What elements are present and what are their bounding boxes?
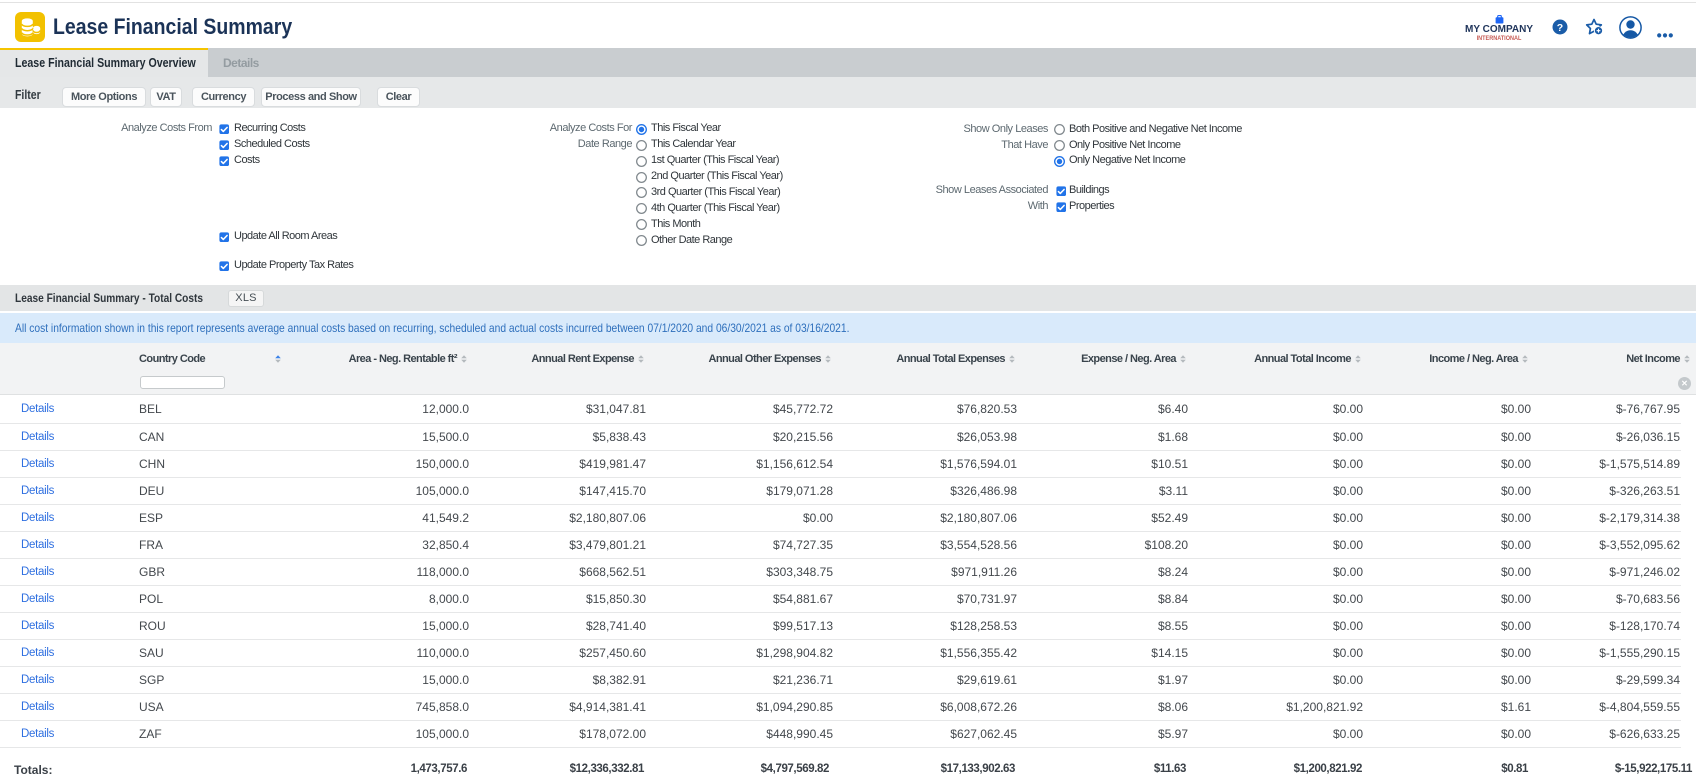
svg-text:?: ? [1557,22,1563,34]
